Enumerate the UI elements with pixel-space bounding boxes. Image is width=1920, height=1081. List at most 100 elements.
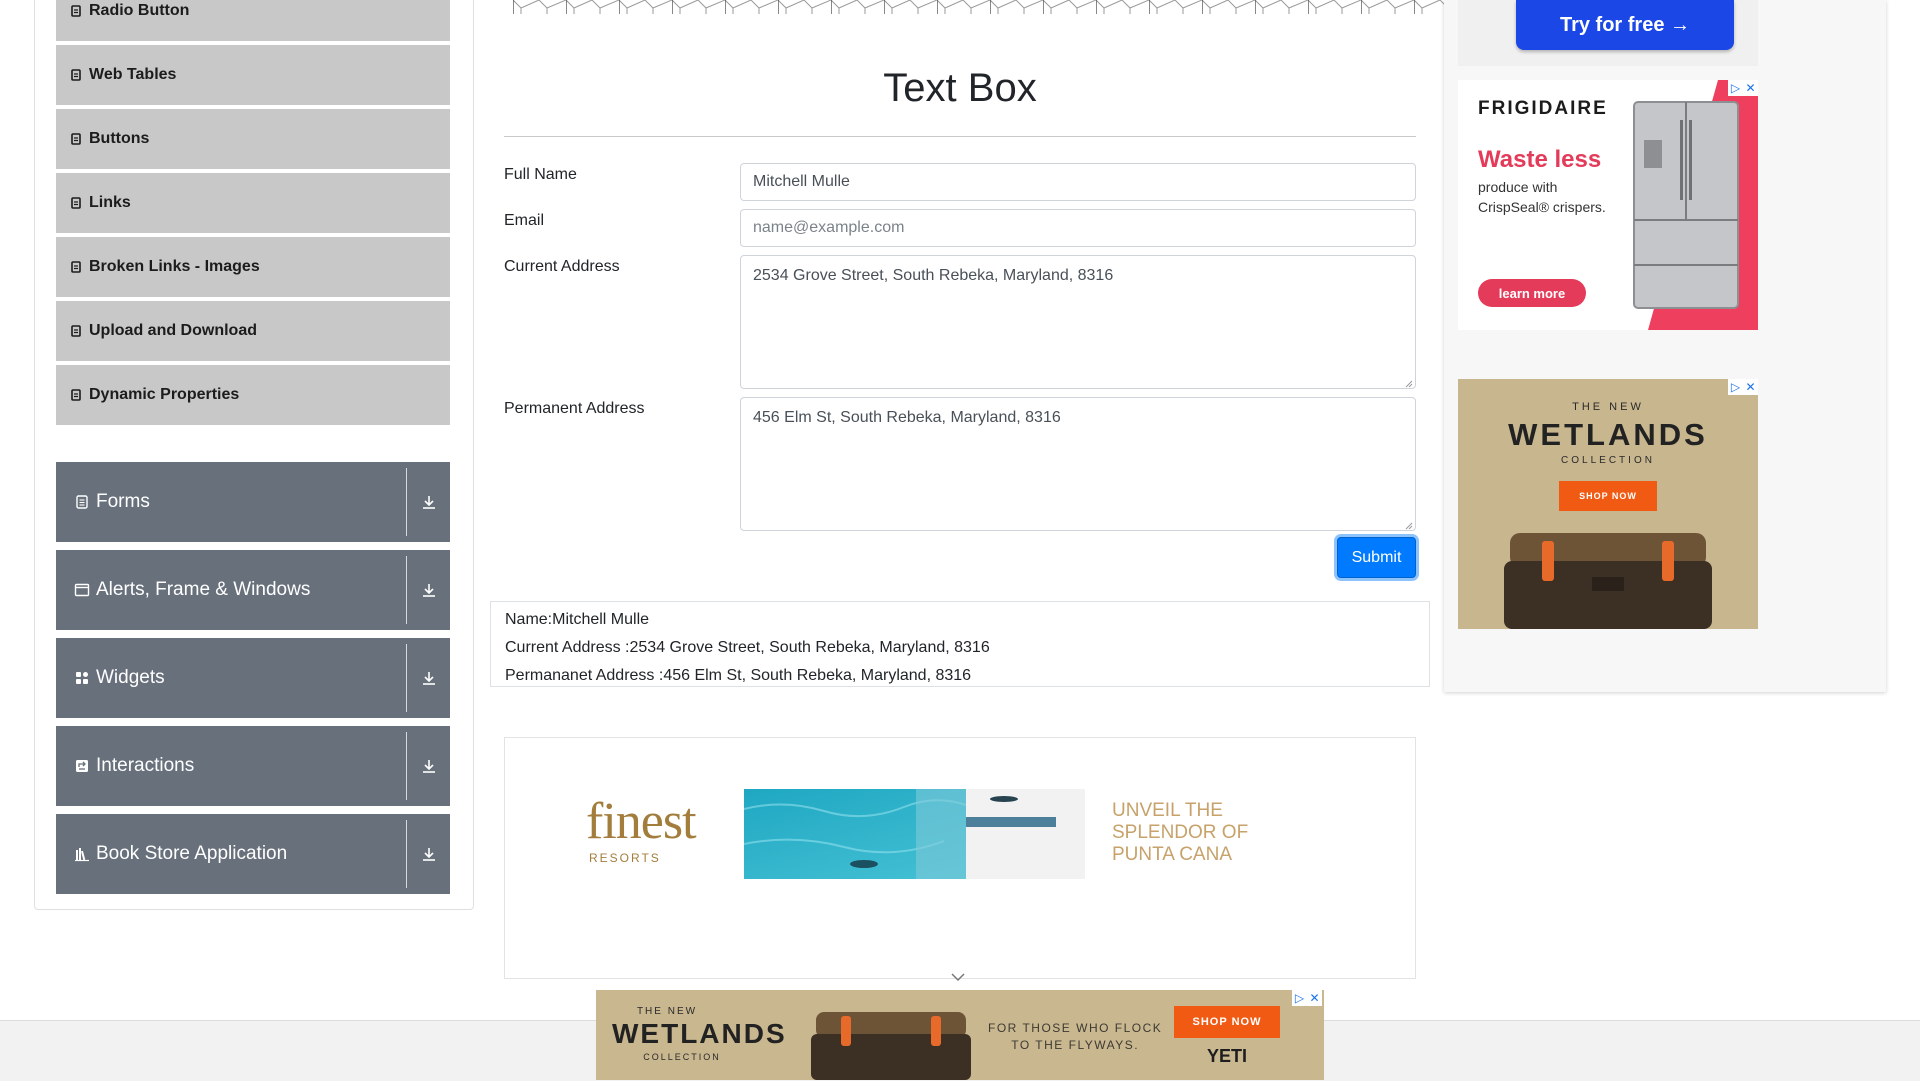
divider — [406, 820, 407, 888]
sidebar-item-label: Web Tables — [89, 66, 177, 83]
wetlands-line2: WETLANDS — [612, 1018, 787, 1049]
ad-body: produce with CrispSeal® crispers. — [1478, 177, 1606, 217]
wetlands-line1: THE NEW — [636, 1006, 698, 1017]
sidebar-group-forms[interactable]: Forms — [56, 462, 450, 542]
permanent-address-textarea[interactable]: 456 Elm St, South Rebeka, Maryland, 8316 — [740, 397, 1416, 531]
submit-button[interactable]: Submit — [1337, 537, 1416, 578]
ad-banner-wetlands-bottom[interactable]: THE NEW WETLANDS COLLECTION FOR THOSE WH… — [596, 990, 1324, 1080]
shop-now-button[interactable]: SHOP NOW — [1174, 1006, 1280, 1038]
wetlands-line1: THE NEW — [1572, 401, 1644, 413]
sidebar-item-label: Dynamic Properties — [89, 386, 240, 403]
widgets-icon — [74, 670, 90, 686]
divider — [406, 468, 407, 536]
wetlands-tagline: FOR THOSE WHO FLOCK TO THE FLYWAYS. — [988, 1020, 1162, 1054]
ad-close-controls[interactable]: ▷ ✕ — [1292, 990, 1322, 1006]
email-input[interactable] — [740, 209, 1416, 247]
sidebar-item-radio-button[interactable]: Radio Button — [56, 0, 450, 43]
email-label: Email — [504, 212, 545, 229]
divider — [504, 136, 1416, 137]
current-address-textarea[interactable]: 2534 Grove Street, South Rebeka, Marylan… — [740, 255, 1416, 389]
sidebar-group-interactions[interactable]: Interactions — [56, 726, 450, 806]
ad-choices-icon[interactable]: ▷ — [1728, 379, 1743, 395]
sidebar-item-links[interactable]: Links — [56, 173, 450, 235]
download-icon[interactable] — [421, 758, 437, 774]
output-name: Name:Mitchell Mulle — [505, 611, 650, 628]
form-icon — [74, 494, 90, 510]
file-icon — [70, 197, 82, 209]
file-icon — [70, 133, 82, 145]
download-icon[interactable] — [421, 846, 437, 862]
sidebar-item-label: Upload and Download — [89, 322, 257, 339]
output-current-address: Current Address :2534 Grove Street, Sout… — [505, 639, 990, 656]
output-permanent-address: Permananet Address :456 Elm St, South Re… — [505, 667, 972, 684]
sidebar-item-web-tables[interactable]: Web Tables — [56, 45, 450, 107]
ad-frigidaire[interactable]: FRIGIDAIRE Waste less produce with Crisp… — [1458, 80, 1758, 330]
group-label: Forms — [96, 491, 150, 512]
divider — [406, 732, 407, 800]
file-icon — [70, 5, 82, 17]
permanent-address-label: Permanent Address — [504, 400, 645, 417]
ad-body-line: produce with — [1478, 179, 1558, 195]
output-panel: Name:Mitchell Mulle Current Address :253… — [490, 601, 1430, 687]
sidebar: Radio Button Web Tables Buttons Links Br… — [34, 0, 474, 910]
chevron-down-icon[interactable] — [950, 972, 966, 982]
learn-more-button[interactable]: learn more — [1478, 279, 1586, 307]
sidebar-item-broken-links[interactable]: Broken Links - Images — [56, 237, 450, 299]
ad-body-line: CrispSeal® crispers. — [1478, 199, 1606, 215]
ad-choices-icon[interactable]: ▷ — [1728, 80, 1743, 96]
file-icon — [70, 69, 82, 81]
sidebar-group-widgets[interactable]: Widgets — [56, 638, 450, 718]
full-name-input[interactable] — [740, 163, 1416, 201]
cooler-image — [811, 1012, 971, 1080]
pool-photo — [744, 789, 1085, 879]
group-label: Interactions — [96, 755, 195, 776]
ad-choices-icon[interactable]: ▷ — [1292, 990, 1307, 1006]
finest-tag-line: PUNTA CANA — [1112, 844, 1233, 865]
ad-card-finest-resorts[interactable]: finest RESORTS UNVEIL THE SPLENDOR OF PU… — [504, 737, 1416, 979]
finest-tag-line: UNVEIL THE — [1112, 800, 1223, 821]
sidebar-item-upload-download[interactable]: Upload and Download — [56, 301, 450, 363]
try-for-free-button[interactable]: Try for free → — [1516, 0, 1734, 50]
shop-now-button[interactable]: SHOP NOW — [1559, 481, 1657, 511]
ad-wetlands-right[interactable]: THE NEW WETLANDS COLLECTION SHOP NOW ▷ ✕ — [1458, 379, 1758, 629]
finest-tag-line: SPLENDOR OF — [1112, 822, 1249, 843]
right-ad-column: Try for free → FRIGIDAIRE Waste less pro… — [1444, 0, 1886, 692]
sidebar-item-label: Buttons — [89, 130, 150, 147]
ad-headline: Waste less — [1478, 146, 1602, 173]
download-icon[interactable] — [421, 670, 437, 686]
divider — [406, 556, 407, 624]
ad-close-controls[interactable]: ▷ ✕ — [1728, 379, 1758, 395]
sidebar-group-book-store[interactable]: Book Store Application — [56, 814, 450, 894]
finest-logo-sub: RESORTS — [589, 851, 661, 865]
ad-close-controls[interactable]: ▷ ✕ — [1728, 80, 1758, 96]
close-icon[interactable]: ✕ — [1743, 379, 1758, 395]
sidebar-item-label: Links — [89, 194, 131, 211]
resize-handle-icon[interactable] — [1405, 522, 1413, 530]
ad-top-cta[interactable]: Try for free → — [1458, 0, 1758, 66]
close-icon[interactable]: ✕ — [1307, 990, 1322, 1006]
sidebar-group-alerts[interactable]: Alerts, Frame & Windows — [56, 550, 450, 630]
window-icon — [74, 582, 90, 598]
resize-handle-icon[interactable] — [1405, 380, 1413, 388]
wetlands-line3: COLLECTION — [1561, 455, 1655, 466]
group-label: Widgets — [96, 667, 165, 688]
yeti-logo: YETI — [1206, 1046, 1247, 1066]
sidebar-item-label: Radio Button — [89, 2, 190, 19]
finest-tagline: UNVEIL THE SPLENDOR OF PUNTA CANA — [1112, 800, 1248, 866]
page-title: Text Box — [883, 66, 1037, 110]
cooler-image — [1504, 533, 1712, 629]
books-icon — [74, 846, 90, 862]
file-icon — [70, 325, 82, 337]
wetlands-line3: COLLECTION — [643, 1052, 721, 1062]
sidebar-item-dynamic-properties[interactable]: Dynamic Properties — [56, 365, 450, 427]
close-icon[interactable]: ✕ — [1743, 80, 1758, 96]
download-icon[interactable] — [421, 494, 437, 510]
sidebar-item-buttons[interactable]: Buttons — [56, 109, 450, 171]
full-name-label: Full Name — [504, 166, 577, 183]
wetlands-line2: WETLANDS — [1508, 417, 1708, 452]
divider — [406, 644, 407, 712]
download-icon[interactable] — [421, 582, 437, 598]
wetlands-tag-line: FOR THOSE WHO FLOCK — [988, 1021, 1163, 1035]
group-label: Alerts, Frame & Windows — [96, 579, 311, 600]
file-icon — [70, 389, 82, 401]
